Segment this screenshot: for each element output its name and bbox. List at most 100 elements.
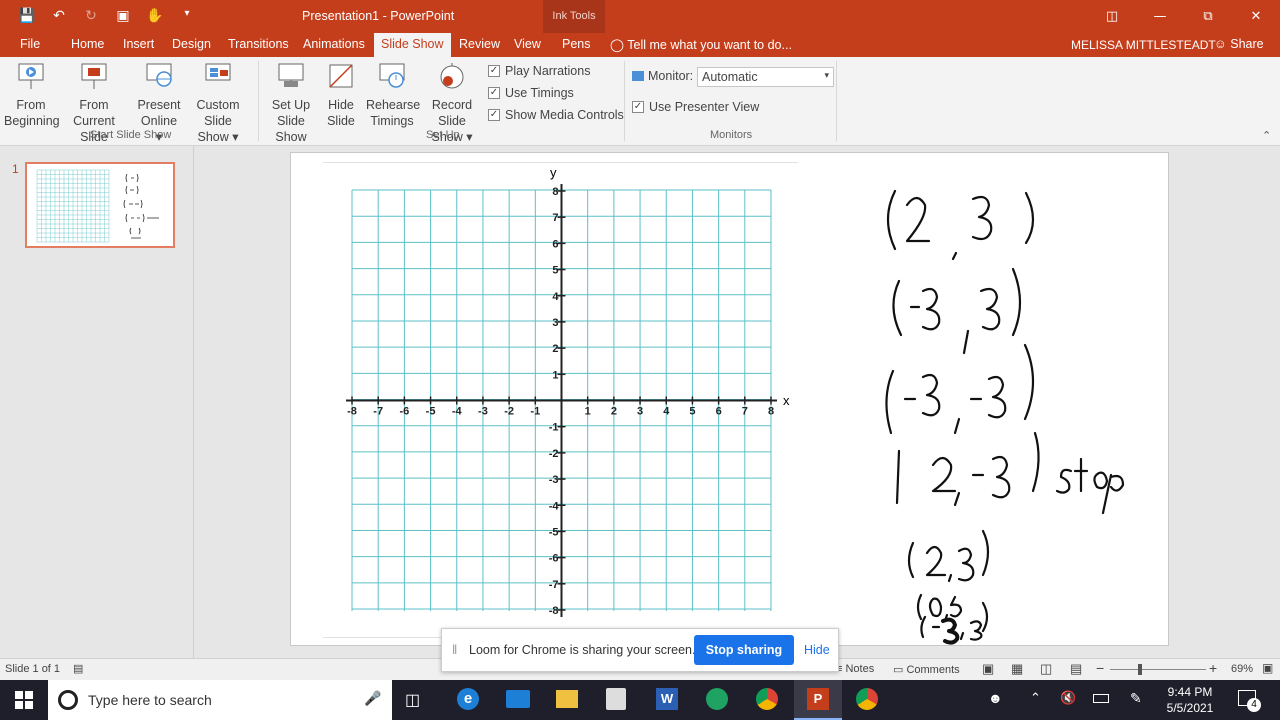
store-icon[interactable] (606, 688, 626, 710)
undo-icon[interactable]: ↶ (50, 8, 68, 24)
hangouts-icon[interactable] (706, 688, 728, 710)
from-beginning-label: From (16, 98, 46, 112)
slide-thumbnail-pane: 1 (0, 146, 194, 658)
rehearse-timings-button[interactable]: Rehearse Timings (366, 61, 420, 129)
custom-slide-show-label-2: Show ▾ (197, 130, 239, 144)
tab-home[interactable]: Home (71, 37, 104, 51)
restore-icon[interactable]: ⧉ (1184, 0, 1232, 33)
tab-slide-show[interactable]: Slide Show (374, 33, 451, 57)
monitor-selector: Monitor: (632, 69, 693, 83)
group-label-start-slide-show: Start Slide Show (90, 129, 172, 141)
windows-taskbar: Type here to search 🎤 ◫ e W P ☻ ⌃ 🔇 ✎ 9:… (0, 680, 1280, 720)
user-name[interactable]: MELISSA MITTLESTEADT (1071, 38, 1216, 52)
ink-annotations (885, 189, 1125, 645)
monitor-icon (632, 71, 644, 81)
use-presenter-view-checkbox[interactable]: ✓ Use Presenter View (632, 100, 759, 114)
chrome-icon[interactable] (856, 688, 878, 710)
windows-start-icon[interactable] (0, 680, 48, 720)
show-media-controls-checkbox[interactable]: ✓ Show Media Controls (488, 108, 624, 122)
edge-icon[interactable]: e (457, 688, 479, 710)
slide-canvas[interactable]: -8 -7 -6 -5 -4 -3 -2 -1 1 2 3 4 5 6 7 8 8 7 6 5 4 3 2 1 -1 -2 -3-… (290, 152, 1169, 646)
chrome-profile-icon[interactable] (756, 688, 778, 710)
taskbar-search-box[interactable]: Type here to search 🎤 (48, 680, 392, 720)
from-beginning-label-2: Beginning (4, 114, 60, 128)
ink-line-4 (895, 431, 1125, 515)
collapse-ribbon-icon[interactable]: ⌃ (1262, 129, 1271, 142)
stopwatch-icon (377, 61, 407, 91)
set-up-slide-show-button[interactable]: Set Up Slide Show (261, 61, 321, 145)
notes-button[interactable]: ≡ Notes (836, 663, 874, 675)
hide-slide-label-2: Slide (327, 114, 355, 128)
word-icon[interactable]: W (656, 688, 678, 710)
drag-handle-icon[interactable]: ‖ (452, 642, 457, 657)
monitor-dropdown[interactable]: Automatic ▾ (697, 67, 834, 87)
globe-icon (144, 61, 174, 91)
comment-icon: ▭ (893, 664, 907, 676)
slide-sorter-icon[interactable]: ▦ (1011, 661, 1023, 677)
microphone-icon[interactable]: 🎤 (364, 690, 381, 707)
volume-muted-icon[interactable]: 🔇 (1060, 690, 1076, 706)
comments-button[interactable]: ▭ Comments (893, 663, 960, 676)
context-tab-label: Ink Tools (543, 0, 605, 33)
battery-icon[interactable] (1093, 694, 1109, 703)
group-label-set-up: Set Up (426, 129, 460, 141)
save-icon[interactable]: 💾 (18, 8, 36, 24)
normal-view-icon[interactable]: ▣ (982, 661, 994, 677)
tab-file[interactable]: File (20, 37, 40, 51)
hide-slide-button[interactable]: Hide Slide (324, 61, 358, 129)
close-icon[interactable]: ✕ (1232, 0, 1280, 33)
tab-review[interactable]: Review (459, 37, 500, 51)
notes-label: Notes (845, 663, 875, 675)
stop-sharing-label: Stop sharing (705, 643, 783, 657)
tab-animations[interactable]: Animations (303, 37, 365, 51)
custom-slide-show-button[interactable]: Custom Slide Show ▾ (182, 61, 254, 145)
tab-transitions[interactable]: Transitions (228, 37, 289, 51)
share-button[interactable]: ☺ Share (1214, 37, 1264, 51)
tab-pens[interactable]: Pens (562, 37, 591, 51)
slide-thumbnail[interactable] (25, 162, 175, 248)
use-timings-checkbox[interactable]: ✓ Use Timings (488, 86, 574, 100)
file-explorer-icon[interactable] (556, 690, 578, 708)
reading-view-icon[interactable]: ◫ (1040, 661, 1052, 677)
projector-current-icon (79, 61, 109, 91)
stop-sharing-button[interactable]: Stop sharing (694, 635, 794, 665)
zoom-slider-thumb[interactable] (1138, 664, 1142, 675)
play-narrations-checkbox[interactable]: ✓ Play Narrations (488, 64, 590, 78)
customize-icon[interactable]: ▾ (178, 8, 196, 24)
tab-insert[interactable]: Insert (123, 37, 154, 51)
show-media-controls-label: Show Media Controls (505, 108, 624, 122)
comments-label: Comments (906, 664, 960, 676)
presenter-view-label: Use Presenter View (649, 100, 760, 114)
spell-check-icon[interactable]: ▤ (73, 662, 83, 675)
hide-slide-label: Hide (328, 98, 354, 112)
people-icon[interactable]: ☻ (988, 690, 1003, 706)
fit-to-window-icon[interactable]: ▣ (1262, 661, 1273, 675)
ribbon-display-icon[interactable]: ◫ (1088, 0, 1136, 33)
pen-icon[interactable]: ✎ (1130, 690, 1142, 707)
monitor-value: Automatic (702, 70, 758, 84)
set-up-label: Set Up (271, 98, 311, 112)
group-separator (836, 61, 837, 141)
zoom-out-button[interactable]: − (1096, 660, 1104, 676)
share-label: Share (1230, 37, 1264, 51)
checkmark-icon: ✓ (488, 65, 500, 77)
present-icon[interactable]: ▣ (114, 8, 132, 24)
custom-slide-show-label: Custom Slide (196, 98, 240, 128)
powerpoint-icon[interactable]: P (794, 680, 842, 720)
zoom-slider[interactable] (1110, 664, 1206, 675)
touch-mode-icon[interactable]: ✋ (146, 8, 164, 24)
zoom-in-button[interactable]: + (1209, 660, 1217, 676)
tab-design[interactable]: Design (172, 37, 211, 51)
minimize-icon[interactable]: — (1136, 0, 1184, 33)
clock[interactable]: 9:44 PM 5/5/2021 (1150, 684, 1230, 716)
mail-icon[interactable] (506, 690, 530, 708)
task-view-icon[interactable]: ◫ (405, 690, 420, 710)
slide-show-view-icon[interactable]: ▤ (1070, 661, 1082, 677)
redo-icon[interactable]: ↻ (82, 8, 100, 24)
chevron-up-icon[interactable]: ⌃ (1030, 690, 1041, 706)
tab-view[interactable]: View (514, 37, 541, 51)
hide-button[interactable]: Hide (804, 643, 830, 657)
from-beginning-button[interactable]: From Beginning (4, 61, 60, 129)
tell-me-search[interactable]: ◯ Tell me what you want to do... (610, 37, 792, 52)
zoom-level[interactable]: 69% (1231, 663, 1253, 675)
